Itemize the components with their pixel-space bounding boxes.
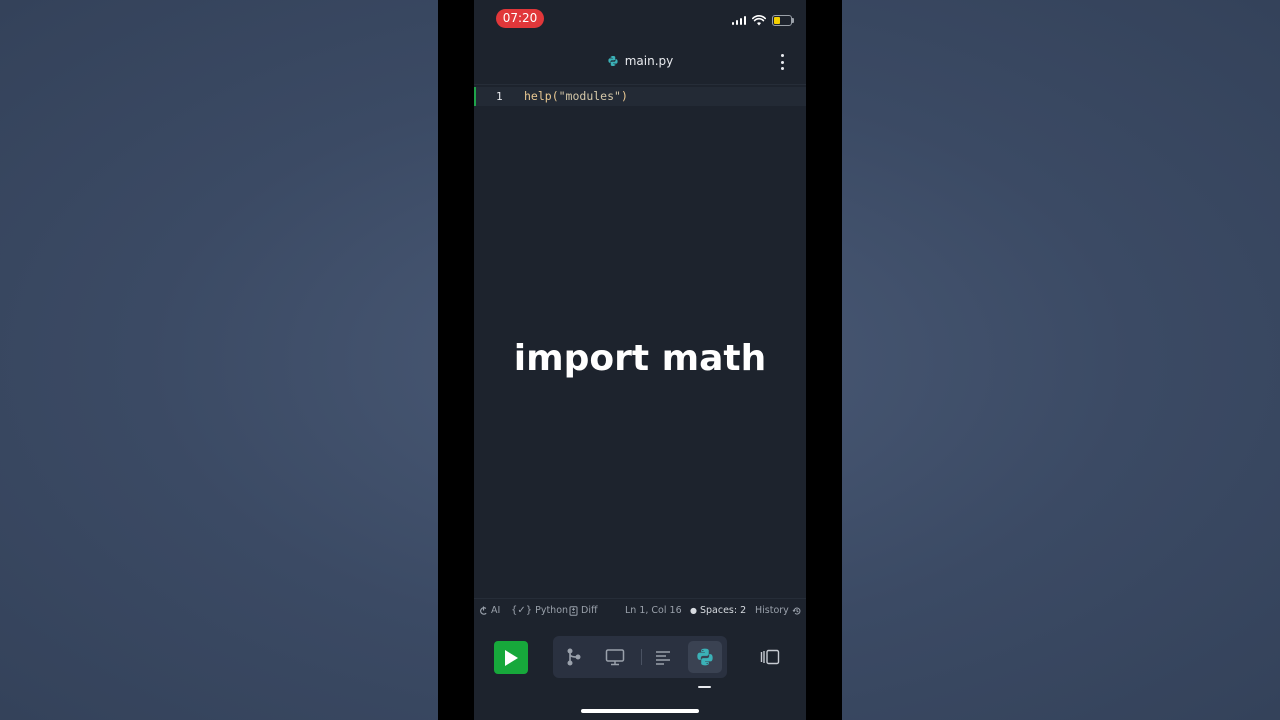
diff-icon <box>569 605 578 616</box>
file-title[interactable]: main.py <box>474 54 806 68</box>
play-icon <box>505 649 518 666</box>
split-layout-icon[interactable] <box>760 648 780 666</box>
wifi-icon <box>752 14 766 25</box>
editor-status-bar: AI {✓} Python Diff Ln 1, Col 16 ● Spaces… <box>474 598 806 623</box>
ai-button[interactable]: AI <box>479 605 500 616</box>
active-tab-indicator <box>698 686 711 688</box>
app-screen: 07:20 main.py 1 help("modules") import m… <box>474 0 806 720</box>
cellular-signal-icon <box>732 15 746 25</box>
align-left-icon[interactable] <box>646 641 680 673</box>
status-icons <box>732 14 794 26</box>
git-branch-icon[interactable] <box>557 641 591 673</box>
run-button[interactable] <box>494 641 528 674</box>
video-caption: import math <box>513 338 767 379</box>
battery-icon <box>772 14 794 26</box>
cursor-position[interactable]: Ln 1, Col 16 <box>625 605 682 616</box>
language-button[interactable]: {✓} Python <box>511 605 568 616</box>
toolbar-divider <box>641 649 642 665</box>
home-indicator[interactable] <box>581 709 699 713</box>
diff-button[interactable]: Diff <box>569 605 598 616</box>
code-text: help("modules") <box>524 89 628 103</box>
history-icon <box>792 607 801 615</box>
status-time: 07:20 <box>496 9 544 28</box>
editor-header: main.py <box>474 44 806 85</box>
monitor-icon[interactable] <box>598 641 632 673</box>
phone-frame: 07:20 main.py 1 help("modules") import m… <box>438 0 842 720</box>
braces-icon: {✓} <box>511 605 533 616</box>
python-icon <box>608 56 618 66</box>
ai-icon <box>480 605 487 615</box>
python-icon[interactable] <box>688 641 722 673</box>
file-name: main.py <box>624 54 674 68</box>
panel-switcher <box>553 636 727 678</box>
more-vertical-icon[interactable] <box>778 54 786 70</box>
code-line[interactable]: 1 help("modules") <box>474 87 806 106</box>
dot-icon: ● <box>690 606 697 615</box>
indent-setting[interactable]: ● Spaces: 2 <box>690 605 746 616</box>
line-number: 1 <box>496 90 503 103</box>
history-button[interactable]: History <box>755 605 802 616</box>
